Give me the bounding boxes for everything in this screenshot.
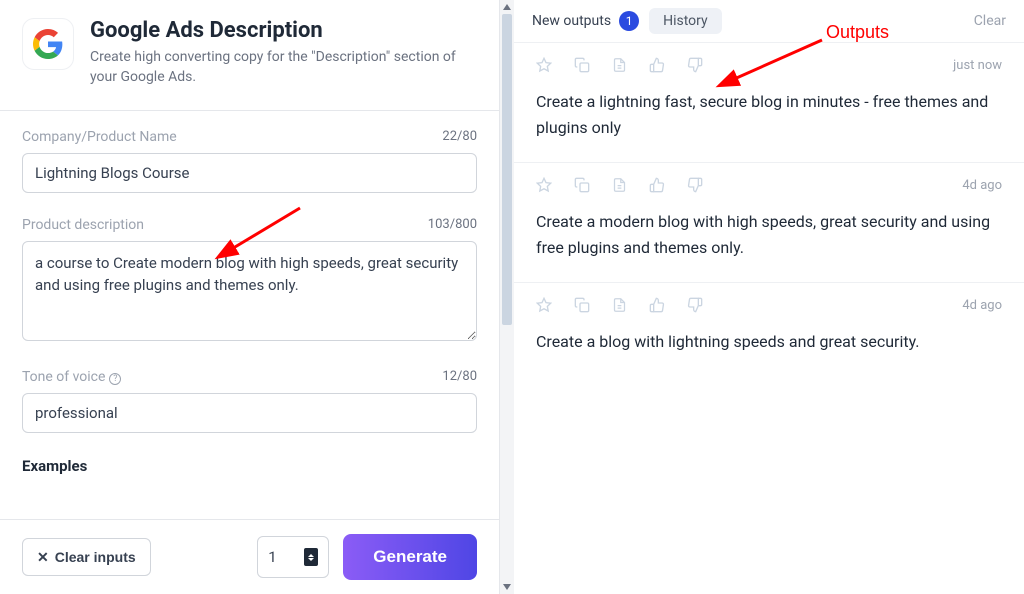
description-field: Product description 103/800 bbox=[22, 217, 477, 345]
output-text: Create a modern blog with high speeds, g… bbox=[536, 209, 1002, 260]
clear-inputs-button[interactable]: ✕ Clear inputs bbox=[22, 538, 151, 576]
tone-field: Tone of voice? 12/80 bbox=[22, 369, 477, 433]
examples-heading: Examples bbox=[22, 457, 477, 475]
page-subtitle: Create high converting copy for the "Des… bbox=[90, 47, 477, 88]
document-icon[interactable] bbox=[612, 177, 627, 193]
tab-history[interactable]: History bbox=[649, 8, 722, 34]
google-logo-icon bbox=[22, 18, 74, 70]
annotation-outputs-label: Outputs bbox=[826, 22, 889, 43]
company-input[interactable] bbox=[22, 153, 477, 193]
company-label: Company/Product Name bbox=[22, 129, 177, 145]
output-tabs: New outputs 1 History Clear bbox=[514, 0, 1024, 42]
star-icon[interactable] bbox=[536, 177, 552, 193]
tab-new-outputs[interactable]: New outputs 1 bbox=[532, 11, 639, 31]
copy-icon[interactable] bbox=[574, 297, 590, 313]
company-counter: 22/80 bbox=[442, 129, 477, 144]
outputs-list: just now Create a lightning fast, secure… bbox=[514, 42, 1024, 377]
output-card: 4d ago Create a modern blog with high sp… bbox=[514, 162, 1024, 282]
tool-header: Google Ads Description Create high conve… bbox=[0, 0, 499, 111]
output-card: 4d ago Create a blog with lightning spee… bbox=[514, 282, 1024, 377]
clear-outputs-button[interactable]: Clear bbox=[974, 13, 1006, 29]
close-icon: ✕ bbox=[37, 550, 49, 564]
scrollbar[interactable] bbox=[500, 0, 514, 594]
output-text: Create a lightning fast, secure blog in … bbox=[536, 89, 1002, 140]
thumbs-up-icon[interactable] bbox=[649, 297, 665, 313]
output-text: Create a blog with lightning speeds and … bbox=[536, 329, 1002, 355]
document-icon[interactable] bbox=[612, 297, 627, 313]
tab-new-label: New outputs bbox=[532, 13, 611, 29]
thumbs-up-icon[interactable] bbox=[649, 177, 665, 193]
description-label: Product description bbox=[22, 217, 144, 233]
description-input[interactable] bbox=[22, 241, 477, 341]
stepper-icon[interactable] bbox=[304, 548, 318, 566]
page-title: Google Ads Description bbox=[90, 18, 477, 43]
output-timestamp: 4d ago bbox=[962, 178, 1002, 193]
info-icon[interactable]: ? bbox=[109, 373, 121, 385]
new-outputs-badge: 1 bbox=[619, 11, 639, 31]
star-icon[interactable] bbox=[536, 57, 552, 73]
thumbs-down-icon[interactable] bbox=[687, 177, 703, 193]
bottom-bar: ✕ Clear inputs 1 Generate bbox=[0, 519, 499, 594]
generate-button[interactable]: Generate bbox=[343, 534, 477, 580]
copy-icon[interactable] bbox=[574, 57, 590, 73]
thumbs-down-icon[interactable] bbox=[687, 297, 703, 313]
clear-inputs-label: Clear inputs bbox=[55, 549, 136, 565]
output-timestamp: 4d ago bbox=[962, 298, 1002, 313]
tone-counter: 12/80 bbox=[442, 369, 477, 384]
generation-count-value: 1 bbox=[268, 548, 276, 566]
star-icon[interactable] bbox=[536, 297, 552, 313]
tone-label: Tone of voice? bbox=[22, 369, 121, 385]
thumbs-down-icon[interactable] bbox=[687, 57, 703, 73]
output-card: just now Create a lightning fast, secure… bbox=[514, 42, 1024, 162]
generation-count-input[interactable]: 1 bbox=[257, 536, 329, 578]
output-timestamp: just now bbox=[953, 58, 1002, 73]
document-icon[interactable] bbox=[612, 57, 627, 73]
tone-input[interactable] bbox=[22, 393, 477, 433]
company-field: Company/Product Name 22/80 bbox=[22, 129, 477, 193]
description-counter: 103/800 bbox=[428, 217, 477, 232]
copy-icon[interactable] bbox=[574, 177, 590, 193]
thumbs-up-icon[interactable] bbox=[649, 57, 665, 73]
